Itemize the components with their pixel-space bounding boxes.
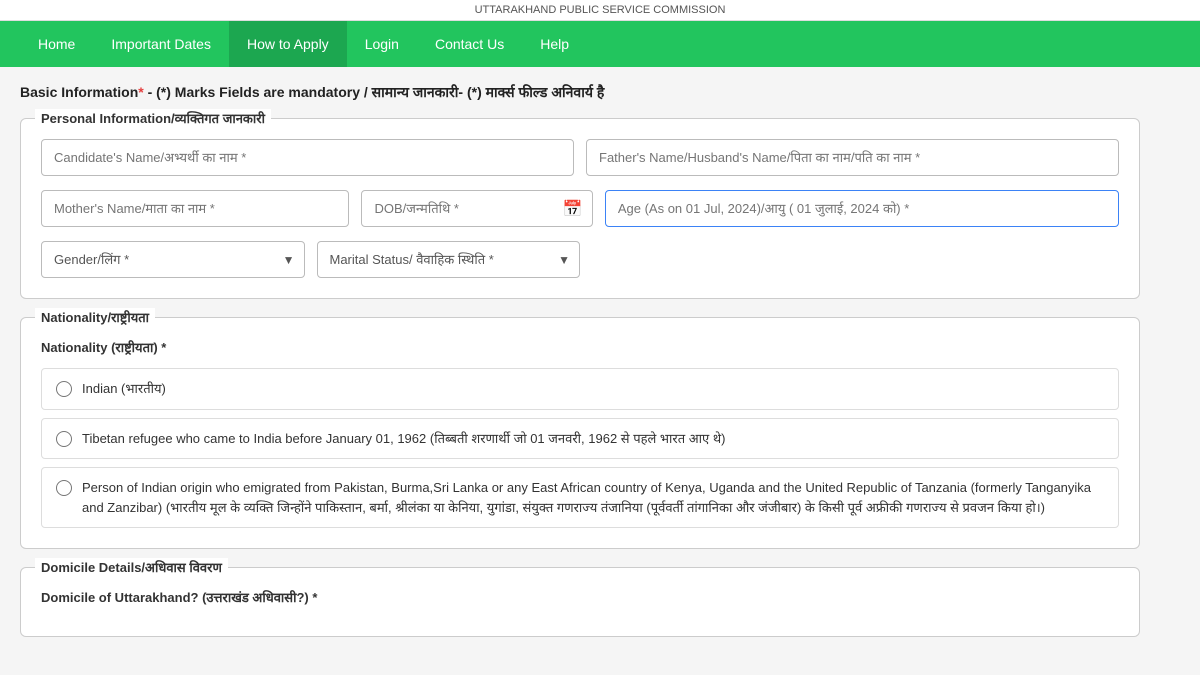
domicile-legend: Domicile Details/अधिवास विवरण: [35, 558, 228, 576]
nationality-tibetan-radio[interactable]: [56, 431, 72, 447]
page-content: Basic Information* - (*) Marks Fields ar…: [0, 67, 1160, 675]
nav-important-dates[interactable]: Important Dates: [93, 21, 229, 67]
nav-home[interactable]: Home: [20, 21, 93, 67]
page-title-main: Basic Information: [20, 84, 138, 100]
nationality-label: Nationality (राष्ट्रीयता) *: [41, 338, 1119, 356]
marital-status-select[interactable]: Marital Status/ वैवाहिक स्थिति * Single/…: [317, 241, 581, 278]
personal-row-3: Gender/लिंग * Male/पुरुष Female/महिला Ot…: [41, 241, 1119, 278]
nav-how-to-apply[interactable]: How to Apply: [229, 21, 347, 67]
mother-name-input[interactable]: [41, 190, 349, 227]
domicile-question: Domicile of Uttarakhand? (उत्तराखंड अधिव…: [41, 588, 1119, 606]
nav-help[interactable]: Help: [522, 21, 587, 67]
domicile-section: Domicile Details/अधिवास विवरण Domicile o…: [20, 567, 1140, 637]
gender-select[interactable]: Gender/लिंग * Male/पुरुष Female/महिला Ot…: [41, 241, 305, 278]
personal-row-2: 📅: [41, 190, 1119, 227]
nationality-indian-radio[interactable]: [56, 381, 72, 397]
navbar: Home Important Dates How to Apply Login …: [0, 21, 1200, 67]
candidate-name-field: [41, 139, 574, 176]
candidate-name-input[interactable]: [41, 139, 574, 176]
nav-contact-us[interactable]: Contact Us: [417, 21, 522, 67]
page-title: Basic Information* - (*) Marks Fields ar…: [20, 83, 1140, 102]
personal-info-legend: Personal Information/व्यक्तिगत जानकारी: [35, 109, 271, 127]
father-name-field: [586, 139, 1119, 176]
personal-info-section: Personal Information/व्यक्तिगत जानकारी 📅: [20, 118, 1140, 299]
age-field: [605, 190, 1119, 227]
nationality-legend: Nationality/राष्ट्रीयता: [35, 308, 155, 326]
marital-status-field: Marital Status/ वैवाहिक स्थिति * Single/…: [317, 241, 581, 278]
nationality-indian-origin-option[interactable]: Person of Indian origin who emigrated fr…: [41, 467, 1119, 528]
dob-field: 📅: [361, 190, 592, 227]
page-title-suffix: - (*) Marks Fields are mandatory / सामान…: [144, 84, 605, 100]
nationality-tibetan-text: Tibetan refugee who came to India before…: [82, 429, 725, 449]
org-name: UTTARAKHAND PUBLIC SERVICE COMMISSION: [475, 4, 726, 16]
nationality-tibetan-option[interactable]: Tibetan refugee who came to India before…: [41, 418, 1119, 460]
spacer-1: [592, 241, 1119, 278]
personal-row-1: [41, 139, 1119, 176]
top-bar: UTTARAKHAND PUBLIC SERVICE COMMISSION: [0, 0, 1200, 21]
nationality-section: Nationality/राष्ट्रीयता Nationality (राष…: [20, 317, 1140, 549]
nationality-indian-option[interactable]: Indian (भारतीय): [41, 368, 1119, 410]
nav-login[interactable]: Login: [347, 21, 417, 67]
nationality-indian-origin-radio[interactable]: [56, 480, 72, 496]
nationality-indian-origin-text: Person of Indian origin who emigrated fr…: [82, 478, 1104, 517]
father-name-input[interactable]: [586, 139, 1119, 176]
dob-input[interactable]: [361, 190, 592, 227]
nationality-indian-text: Indian (भारतीय): [82, 379, 166, 399]
gender-field: Gender/लिंग * Male/पुरुष Female/महिला Ot…: [41, 241, 305, 278]
mother-name-field: [41, 190, 349, 227]
age-input[interactable]: [605, 190, 1119, 227]
